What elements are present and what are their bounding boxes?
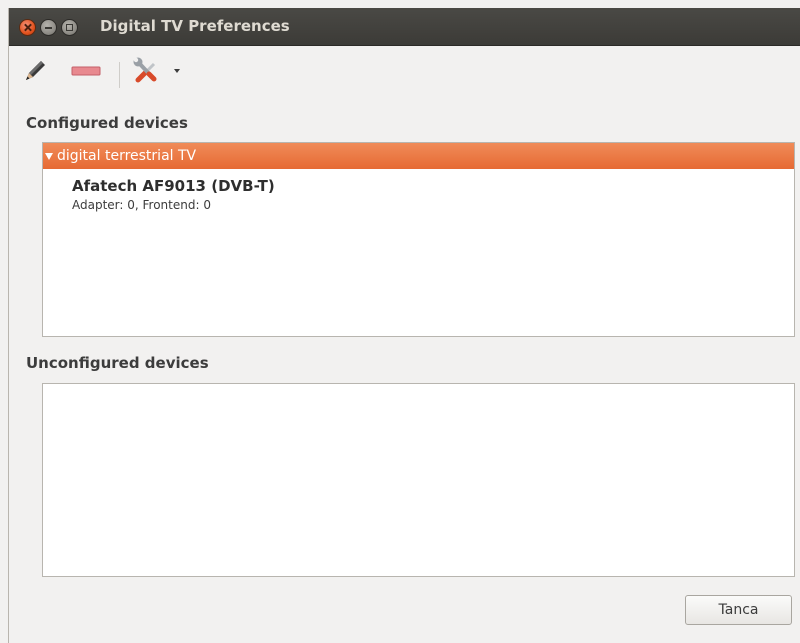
device-details: Adapter: 0, Frontend: 0 <box>72 198 211 212</box>
minimize-window-icon[interactable] <box>40 19 57 36</box>
category-label: digital terrestrial TV <box>57 148 197 164</box>
toolbar <box>9 46 800 96</box>
device-name[interactable]: Afatech AF9013 (DVB-T) <box>72 177 275 195</box>
toolbar-separator <box>119 62 120 88</box>
window-title: Digital TV Preferences <box>100 17 290 35</box>
unconfigured-devices-list[interactable] <box>42 383 795 577</box>
unconfigured-devices-heading: Unconfigured devices <box>26 354 209 372</box>
close-window-icon[interactable] <box>19 19 36 36</box>
configured-devices-heading: Configured devices <box>26 114 188 132</box>
preferences-dropdown-button[interactable] <box>169 56 185 86</box>
maximize-window-icon[interactable] <box>61 19 78 36</box>
remove-icon <box>71 66 101 76</box>
category-row[interactable]: digital terrestrial TV <box>43 143 794 169</box>
preferences-button[interactable] <box>129 56 165 86</box>
preferences-window: Digital TV Preferences Configured device… <box>8 8 800 643</box>
title-bar[interactable]: Digital TV Preferences <box>9 8 800 46</box>
expander-arrow-icon[interactable] <box>45 152 53 160</box>
configured-devices-list[interactable]: digital terrestrial TV Afatech AF9013 (D… <box>42 142 795 337</box>
close-button[interactable]: Tanca <box>685 595 792 625</box>
preferences-tools-icon <box>133 57 157 83</box>
edit-icon <box>26 61 45 80</box>
remove-button[interactable] <box>69 56 103 86</box>
edit-button[interactable] <box>17 56 53 86</box>
chevron-down-icon <box>174 69 180 73</box>
